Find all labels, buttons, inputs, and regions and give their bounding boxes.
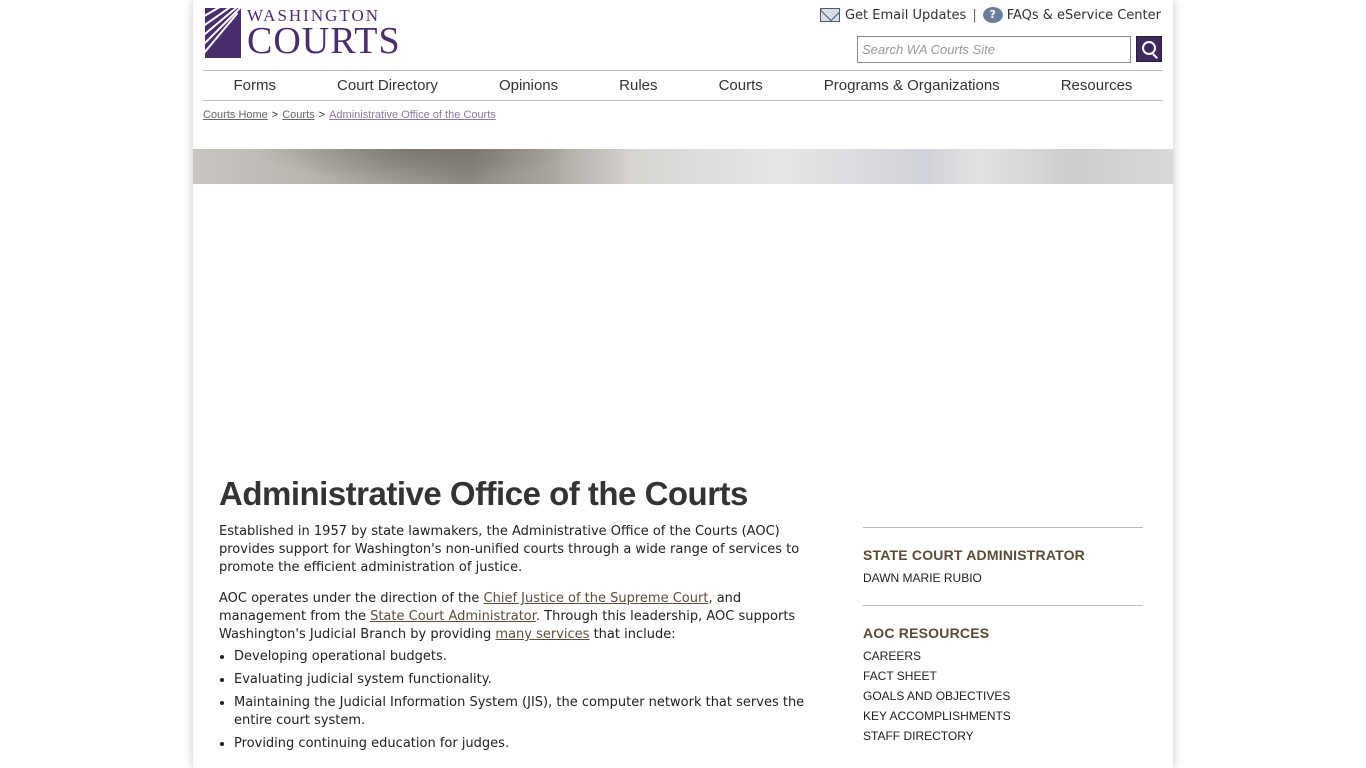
page-container: WASHINGTON COURTS Get Email Updates | ? …	[193, 0, 1173, 768]
breadcrumb-courts-home[interactable]: Courts Home	[203, 109, 268, 121]
list-item: Maintaining the Judicial Information Sys…	[234, 694, 824, 730]
sidebar-item-staff-directory[interactable]: STAFF DIRECTORY	[863, 729, 1143, 743]
aoc-resources-heading: AOC RESOURCES	[863, 625, 990, 641]
sidebar: STATE COURT ADMINISTRATOR DAWN MARIE RUB…	[863, 527, 1143, 763]
faq-eservice-link[interactable]: FAQs & eService Center	[1007, 8, 1161, 23]
logo-text-bottom: COURTS	[247, 20, 401, 62]
question-icon[interactable]: ?	[982, 7, 1003, 23]
administrator-name-link[interactable]: DAWN MARIE RUBIO	[863, 571, 1143, 585]
email-updates-link[interactable]: Get Email Updates	[845, 8, 966, 23]
nav-item-forms[interactable]: Forms	[234, 77, 277, 94]
many-services-link[interactable]: many services	[495, 627, 589, 642]
nav-item-rules[interactable]: Rules	[619, 77, 657, 94]
utility-separator: |	[972, 7, 977, 23]
mail-icon[interactable]	[819, 8, 840, 22]
page-title: Administrative Office of the Courts	[219, 475, 748, 512]
nav-item-opinions[interactable]: Opinions	[499, 77, 558, 94]
search-input[interactable]	[857, 36, 1131, 63]
breadcrumb-courts[interactable]: Courts	[282, 109, 314, 121]
list-item: Evaluating judicial system functionality…	[234, 671, 824, 689]
search-icon[interactable]	[1136, 36, 1162, 62]
sidebar-item-goals-objectives[interactable]: GOALS AND OBJECTIVES	[863, 689, 1143, 703]
breadcrumb-separator: >	[271, 109, 279, 121]
services-list: Developing operational budgets. Evaluati…	[234, 648, 824, 753]
list-item: Providing continuing education for judge…	[234, 735, 824, 753]
sidebar-divider	[863, 527, 1143, 528]
administrator-heading: STATE COURT ADMINISTRATOR	[863, 547, 1085, 563]
breadcrumb: Courts Home > Courts > Administrative Office…	[203, 109, 496, 121]
breadcrumb-separator: >	[318, 109, 326, 121]
nav-item-resources[interactable]: Resources	[1061, 77, 1133, 94]
nav-item-programs-organizations[interactable]: Programs & Organizations	[824, 77, 1000, 94]
washington-courts-logo[interactable]: WASHINGTON COURTS	[205, 7, 401, 62]
sidebar-item-careers[interactable]: CAREERS	[863, 649, 1143, 663]
intro-paragraph: Established in 1957 by state lawmakers, …	[219, 524, 800, 575]
main-content: Established in 1957 by state lawmakers, …	[219, 523, 824, 758]
state-court-administrator-link[interactable]: State Court Administrator	[370, 609, 536, 624]
sidebar-divider	[863, 605, 1143, 606]
logo-mark-icon	[205, 8, 241, 58]
sidebar-item-key-accomplishments[interactable]: KEY ACCOMPLISHMENTS	[863, 709, 1143, 723]
breadcrumb-aoc[interactable]: Administrative Office of the Courts	[329, 109, 496, 121]
chief-justice-link[interactable]: Chief Justice of the Supreme Court	[484, 591, 709, 606]
sidebar-item-fact-sheet[interactable]: FACT SHEET	[863, 669, 1143, 683]
main-nav: Forms Court Directory Opinions Rules Cou…	[203, 70, 1163, 101]
list-item: Developing operational budgets.	[234, 648, 824, 666]
nav-item-courts[interactable]: Courts	[719, 77, 763, 94]
banner-image	[193, 149, 1173, 184]
utility-links: Get Email Updates | ? FAQs & eService Ce…	[819, 7, 1161, 23]
nav-item-court-directory[interactable]: Court Directory	[337, 77, 438, 94]
leadership-paragraph: AOC operates under the direction of the …	[219, 591, 796, 642]
